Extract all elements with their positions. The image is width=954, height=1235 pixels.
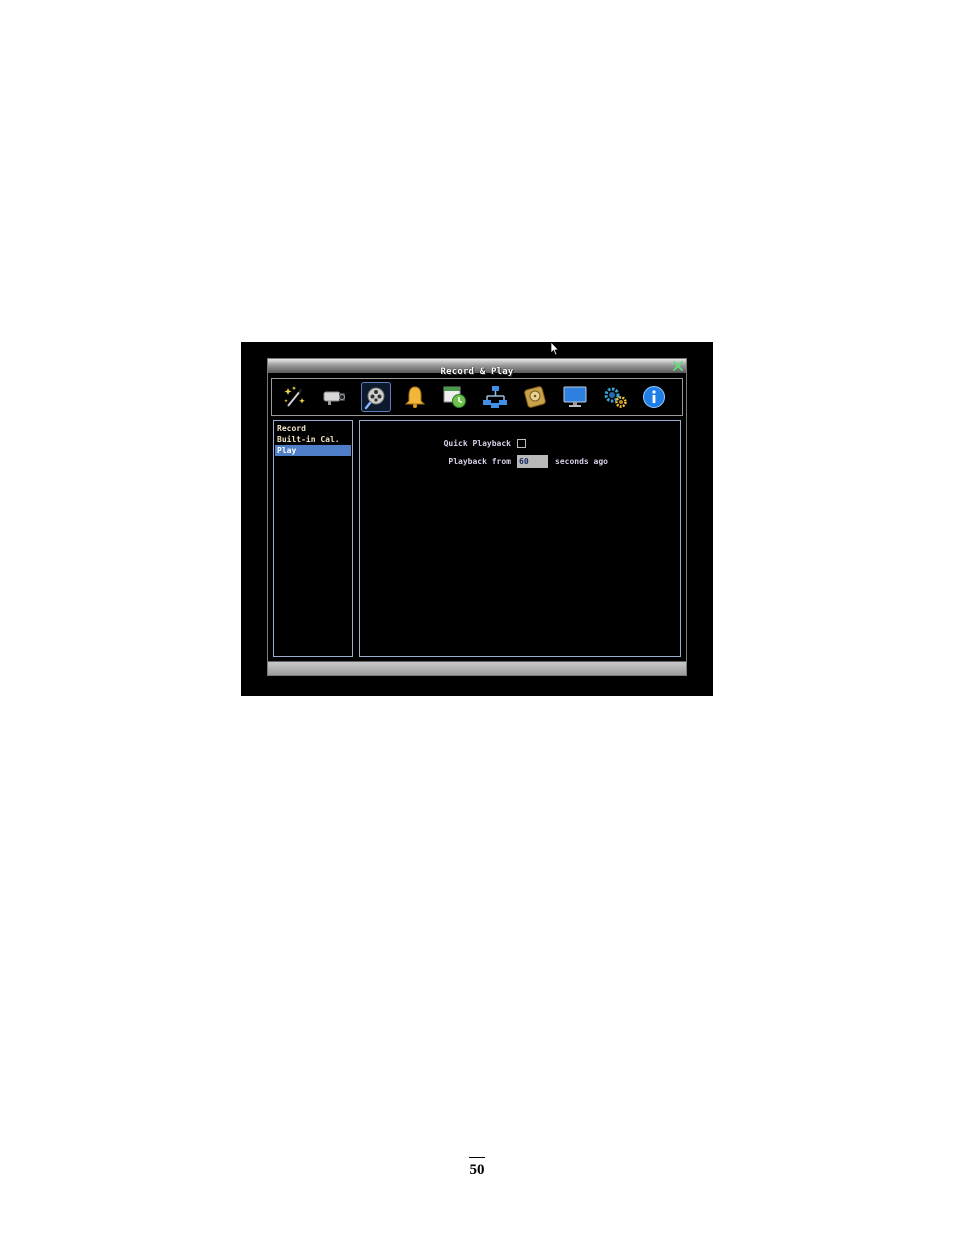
gears-icon xyxy=(604,387,627,408)
toolbar-alarm-button[interactable] xyxy=(400,382,430,412)
toolbar-record-play-button[interactable] xyxy=(361,382,391,412)
playback-from-seconds-input[interactable] xyxy=(517,455,548,468)
film-reel-magnifier-icon xyxy=(364,387,385,410)
toolbar-display-button[interactable] xyxy=(560,382,590,412)
status-bar xyxy=(268,661,686,675)
settings-sidebar: Record Built-in Cal. Play xyxy=(273,420,353,657)
seconds-ago-label: seconds ago xyxy=(555,457,608,466)
toolbar-wizard-button[interactable] xyxy=(280,382,310,412)
page-number: 50 xyxy=(469,1162,485,1178)
bell-icon xyxy=(404,386,426,408)
info-icon xyxy=(643,386,665,408)
magic-wand-icon xyxy=(284,386,305,407)
dvr-screen: Record & Play Record Built-in Cal. Play … xyxy=(241,342,713,696)
monitor-icon xyxy=(563,386,587,407)
window-titlebar: Record & Play xyxy=(268,359,686,377)
sidebar-item-record[interactable]: Record xyxy=(275,423,351,434)
quick-playback-label: Quick Playback xyxy=(443,439,511,448)
playback-from-label: Playback from xyxy=(448,457,511,466)
record-play-window: Record & Play Record Built-in Cal. Play … xyxy=(267,358,687,676)
main-toolbar xyxy=(271,378,683,416)
sidebar-item-play[interactable]: Play xyxy=(275,445,351,456)
toolbar-info-button[interactable] xyxy=(639,382,669,412)
close-icon[interactable] xyxy=(672,360,684,372)
page-number-rule xyxy=(469,1157,485,1158)
network-icon xyxy=(483,386,507,408)
toolbar-network-button[interactable] xyxy=(480,382,510,412)
mouse-cursor-icon xyxy=(550,342,560,356)
camera-icon xyxy=(323,391,345,405)
hard-disk-icon xyxy=(524,386,546,408)
quick-playback-checkbox[interactable] xyxy=(517,439,526,448)
calendar-clock-icon xyxy=(443,386,466,408)
toolbar-system-button[interactable] xyxy=(600,382,630,412)
toolbar-disk-button[interactable] xyxy=(520,382,550,412)
window-title: Record & Play xyxy=(440,367,514,377)
toolbar-camera-button[interactable] xyxy=(320,382,350,412)
toolbar-schedule-button[interactable] xyxy=(440,382,470,412)
play-settings-panel: Quick Playback Playback from seconds ago xyxy=(359,420,681,657)
sidebar-item-built-in-cal[interactable]: Built-in Cal. xyxy=(275,434,351,445)
